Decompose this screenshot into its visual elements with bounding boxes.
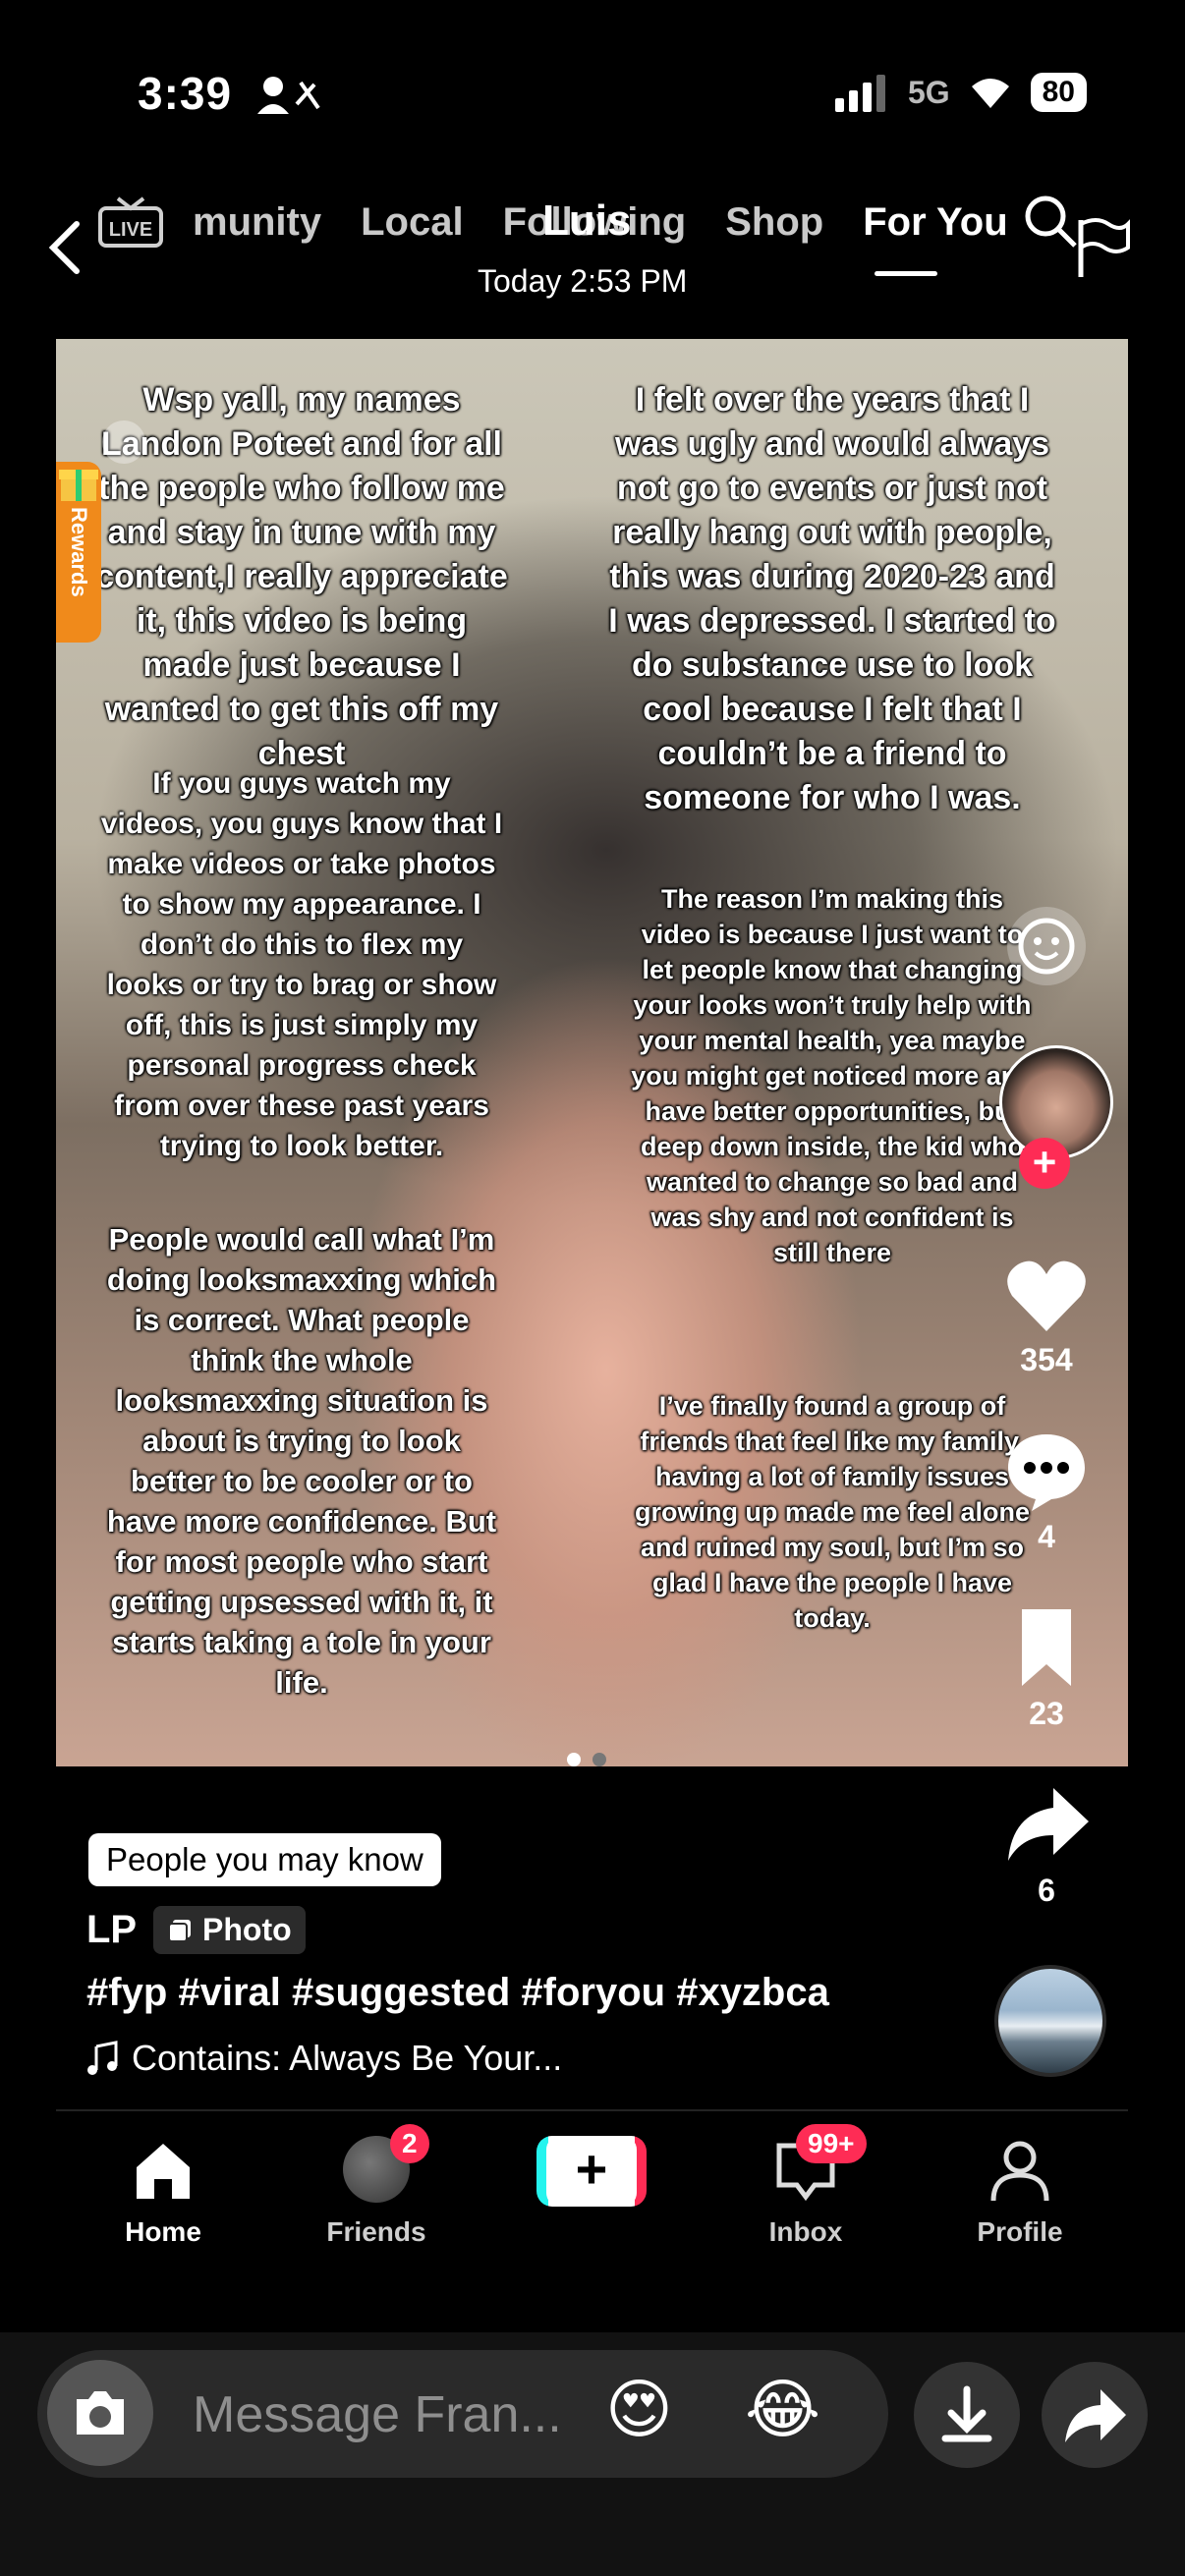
carousel-dot [592, 1753, 606, 1766]
tab-community[interactable]: munity [193, 200, 321, 245]
nav-home[interactable]: Home [85, 2128, 242, 2256]
back-chevron-icon[interactable] [45, 218, 85, 277]
nav-profile-label: Profile [977, 2216, 1063, 2247]
share-arrow-icon[interactable] [1002, 1780, 1091, 1869]
share-icon [1065, 2389, 1126, 2442]
bottom-nav: Home Friends 2 + Inbox 99+ Profile [0, 2118, 1185, 2315]
photo-type-badge: Photo [153, 1906, 306, 1954]
caption-text-left-2: If you guys watch my videos, you guys kn… [100, 767, 503, 1162]
heart-icon[interactable] [1002, 1253, 1091, 1341]
music-info[interactable]: Contains: Always Be Your... [86, 2038, 562, 2079]
music-note-icon [87, 2041, 118, 2075]
camera-button[interactable] [47, 2360, 153, 2466]
comment-icon[interactable] [1002, 1427, 1091, 1515]
status-indicators: 5G 80 [834, 73, 1087, 112]
nav-profile[interactable]: Profile [941, 2128, 1099, 2256]
nav-inbox[interactable]: Inbox 99+ [727, 2124, 884, 2256]
battery-level: 80 [1030, 73, 1087, 112]
tab-for-you[interactable]: For You [863, 200, 1007, 245]
status-time: 3:39 [138, 68, 233, 119]
caption-text-left-3: People would call what I’m doing looksma… [106, 1222, 497, 1700]
caption-text-left-1: Wsp yall, my names Landon Poteet and for… [95, 381, 508, 772]
home-icon [137, 2144, 190, 2199]
download-button[interactable] [914, 2362, 1020, 2468]
create-button[interactable]: + [536, 2136, 647, 2207]
nav-home-label: Home [125, 2216, 201, 2247]
carousel-dots [567, 1753, 606, 1766]
wifi-icon [971, 79, 1009, 108]
friends-badge: 2 [390, 2124, 429, 2163]
tab-shop[interactable]: Shop [725, 200, 823, 245]
laughing-emoji-button[interactable]: 😂 [745, 2372, 820, 2447]
camera-icon [77, 2391, 124, 2435]
message-placeholder: Message Fran... [193, 2386, 562, 2443]
profile-icon [990, 2141, 1049, 2202]
post-photo[interactable]: Wsp yall, my names Landon Poteet and for… [56, 339, 1128, 1766]
nav-friends[interactable]: Friends 2 [298, 2124, 455, 2256]
caption-text-right-1: I felt over the years that I was ugly an… [608, 381, 1056, 816]
search-icon[interactable] [1022, 193, 1081, 252]
plus-icon: + [546, 2136, 637, 2207]
flag-icon[interactable] [1073, 216, 1132, 281]
share-button[interactable] [1042, 2362, 1148, 2468]
inbox-badge: 99+ [796, 2124, 867, 2163]
heart-eyes-emoji-button[interactable]: 😍 [605, 2372, 673, 2447]
person-mute-icon [257, 77, 320, 114]
photo-type-label: Photo [202, 1912, 292, 1947]
music-title: Contains: Always Be Your... [132, 2038, 563, 2078]
download-icon [941, 2385, 992, 2442]
smile-icon[interactable] [1004, 904, 1089, 988]
bookmark-icon[interactable] [1002, 1603, 1091, 1692]
carousel-dot-active [567, 1753, 581, 1766]
gift-icon [59, 470, 98, 501]
author-name[interactable]: LP [86, 1908, 137, 1952]
active-tab-indicator [875, 271, 937, 276]
nav-inbox-label: Inbox [768, 2216, 843, 2247]
post-hashtags[interactable]: #fyp #viral #suggested #foryou #xyzbca [86, 1971, 829, 2015]
comment-count: 4 [1038, 1519, 1055, 1554]
people-you-may-know-badge[interactable]: People you may know [88, 1833, 441, 1886]
caption-text-right-2: The reason I’m making this video is beca… [631, 884, 1034, 1267]
live-icon[interactable]: LIVE [96, 195, 165, 250]
caption-text-right-3: I’ve finally found a group of friends th… [634, 1391, 1031, 1633]
tab-local[interactable]: Local [361, 200, 463, 245]
shared-time: Today 2:53 PM [478, 263, 688, 299]
music-disc-thumbnail[interactable] [994, 1965, 1106, 2077]
nav-friends-label: Friends [326, 2216, 426, 2247]
follow-plus-button[interactable]: + [1019, 1138, 1070, 1189]
share-count: 6 [1038, 1873, 1055, 1908]
like-count: 354 [1020, 1342, 1073, 1377]
network-label: 5G [907, 74, 950, 110]
svg-text:LIVE: LIVE [109, 219, 152, 241]
shared-by-name: Luis [542, 196, 632, 245]
photo-icon [168, 1919, 191, 1942]
signal-icon [834, 75, 885, 112]
divider [56, 2109, 1128, 2111]
rewards-close-button[interactable] [102, 420, 145, 464]
save-count: 23 [1029, 1696, 1064, 1731]
